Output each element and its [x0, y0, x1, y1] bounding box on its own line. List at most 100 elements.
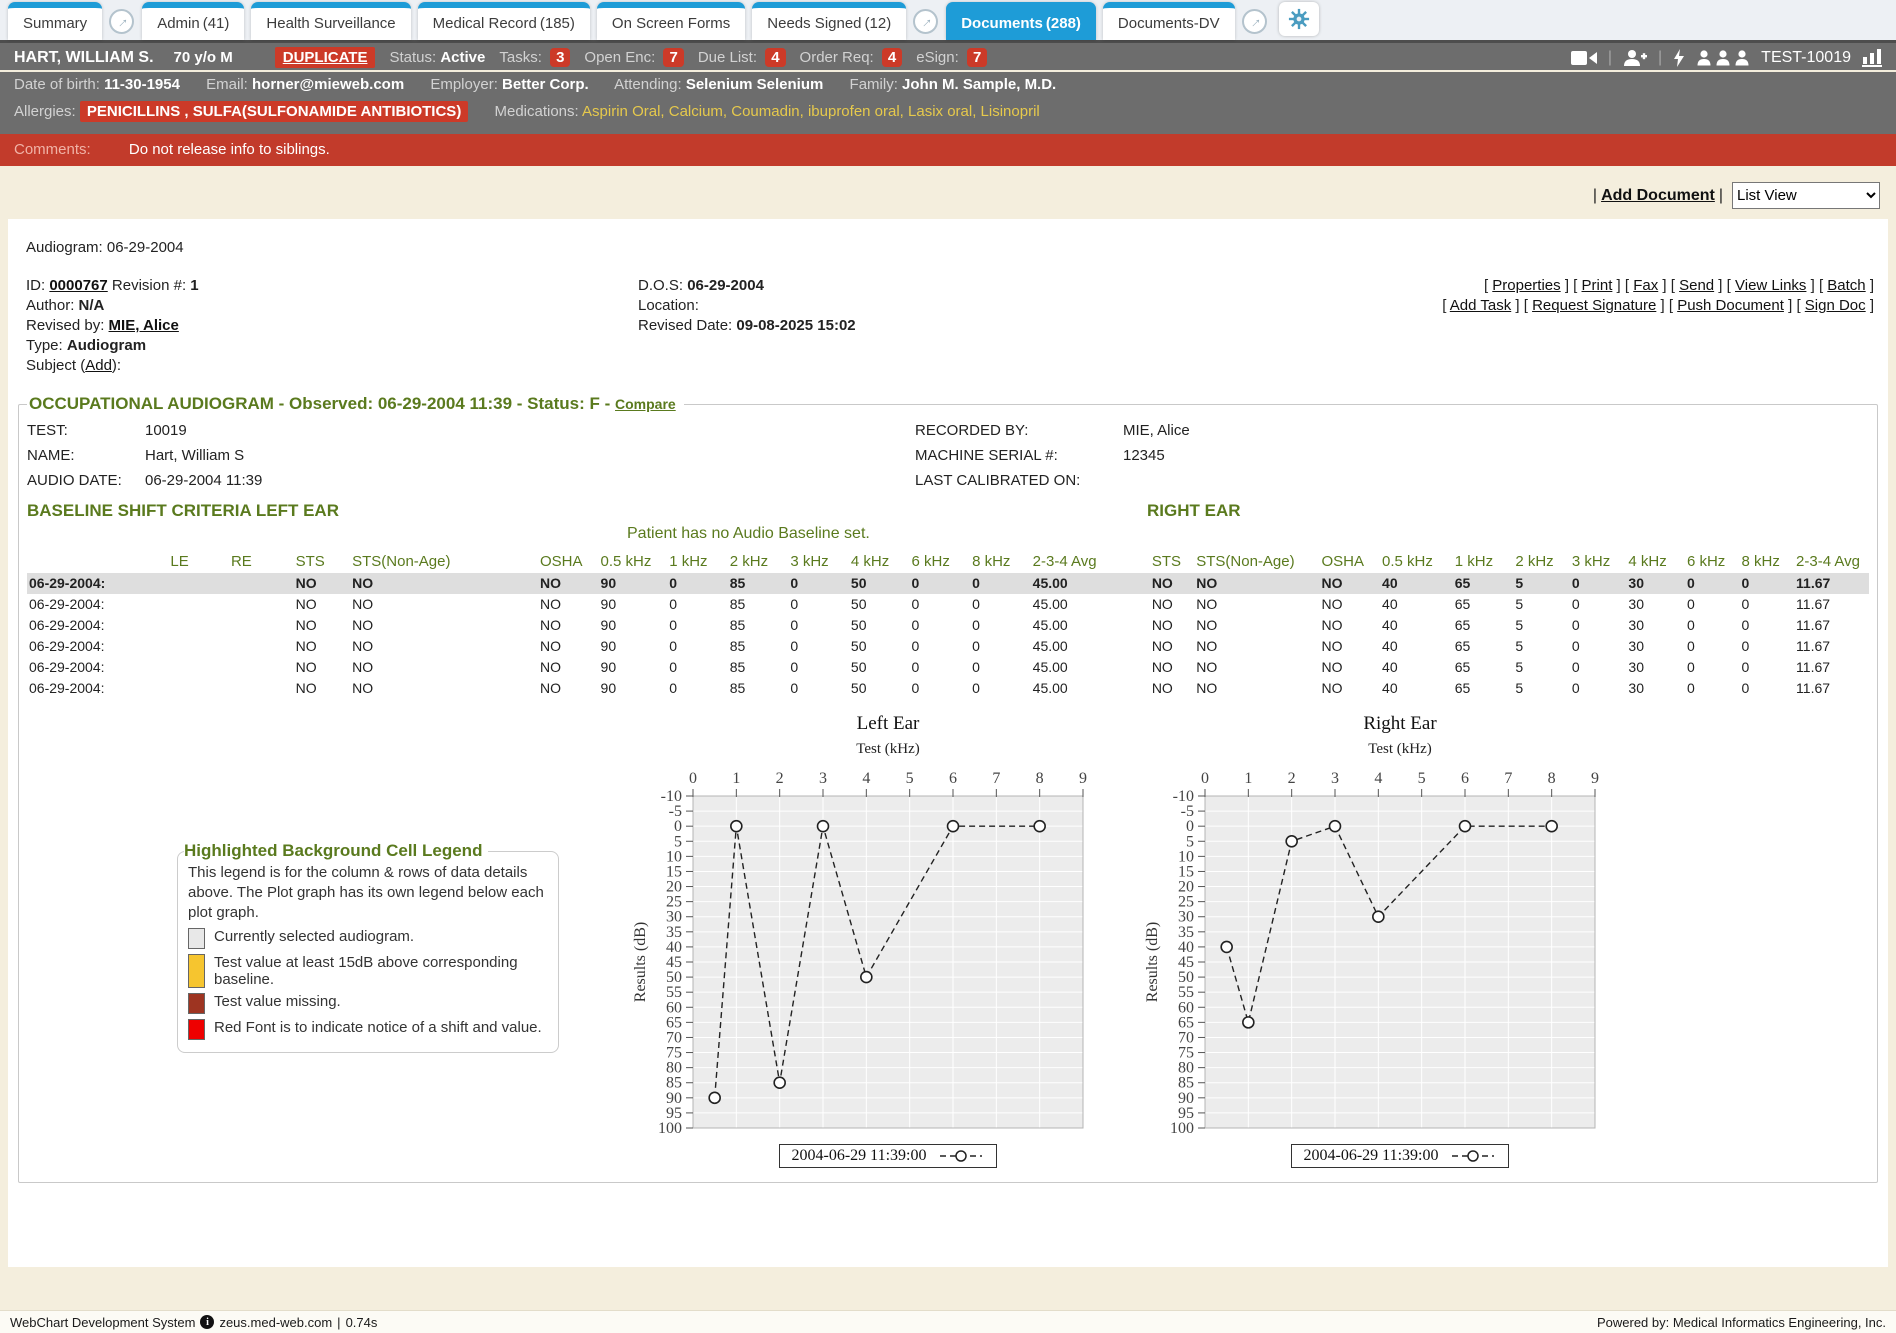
external-link-icon[interactable]: →: [1242, 9, 1267, 34]
comments-text: Do not release info to siblings.: [129, 141, 330, 158]
tab-count: (288): [1046, 15, 1081, 32]
svg-text:3: 3: [819, 770, 827, 787]
footer-system-name: WebChart Development System: [10, 1315, 195, 1330]
footer-load-time: 0.74s: [346, 1315, 378, 1330]
video-camera-icon[interactable]: [1571, 50, 1597, 66]
col-header: 4 kHz: [849, 549, 910, 573]
svg-text:Results (dB): Results (dB): [1144, 922, 1161, 1002]
svg-text:1: 1: [1244, 770, 1252, 787]
family-value: John M. Sample, M.D.: [902, 76, 1056, 93]
order-req-count-badge[interactable]: 4: [882, 48, 902, 67]
col-header: OSHA: [538, 549, 599, 573]
svg-text:7: 7: [1504, 770, 1512, 787]
info-icon[interactable]: i: [200, 1315, 214, 1329]
col-header: 2 kHz: [1513, 549, 1570, 573]
patient-name: HART, WILLIAM S.: [14, 49, 154, 67]
col-header: 2-3-4 Avg: [1794, 549, 1869, 573]
tab-label: Summary: [23, 15, 87, 32]
col-header: RE: [229, 549, 294, 573]
external-link-icon[interactable]: →: [109, 9, 134, 34]
tab-admin[interactable]: Admin(41): [142, 2, 244, 40]
comments-bar: Comments: Do not release info to sibling…: [0, 134, 1896, 166]
link-send[interactable]: Send: [1679, 277, 1714, 294]
footer-host-link[interactable]: zeus.med-web.com: [219, 1315, 332, 1330]
medications-list: Aspirin Oral, Calcium, Coumadin, ibuprof…: [582, 103, 1040, 120]
charts-row: Highlighted Background Cell Legend This …: [27, 713, 1869, 1168]
meta-left-column: ID: 0000767 Revision #: 1 Author: N/A Re…: [26, 276, 638, 376]
tab-health-surveillance[interactable]: Health Surveillance: [251, 2, 410, 40]
svg-text:0: 0: [1201, 770, 1209, 787]
legend-item: Red Font is to indicate notice of a shif…: [188, 1019, 548, 1040]
legend-label: Test value at least 15dB above correspon…: [214, 954, 548, 988]
tab-documents[interactable]: Documents(288): [946, 2, 1096, 40]
col-header: STS: [294, 549, 351, 573]
email-value: horner@mieweb.com: [252, 76, 404, 93]
tab-documents-dv[interactable]: Documents-DV: [1103, 2, 1235, 40]
link-sign-doc[interactable]: Sign Doc: [1805, 297, 1866, 314]
add-document-link[interactable]: Add Document: [1601, 187, 1715, 205]
tab-count: (41): [203, 15, 230, 32]
legend-swatch: [188, 954, 205, 988]
subject-add-link[interactable]: Add: [85, 357, 112, 374]
link-push-document[interactable]: Push Document: [1677, 297, 1784, 314]
tab-label: Health Surveillance: [266, 15, 395, 32]
legend-swatch: [188, 993, 205, 1014]
flowsheet-button[interactable]: [1862, 48, 1882, 67]
legend-label: Currently selected audiogram.: [214, 928, 414, 949]
duplicate-badge[interactable]: DUPLICATE: [275, 47, 376, 68]
col-header: 8 kHz: [970, 549, 1031, 573]
open-enc-count-badge[interactable]: 7: [663, 48, 683, 67]
author-value: N/A: [79, 297, 105, 314]
arrow-glyph: →: [915, 11, 936, 32]
revised-by-link[interactable]: MIE, Alice: [109, 317, 179, 334]
legend-label: Test value missing.: [214, 993, 341, 1014]
col-header: 8 kHz: [1740, 549, 1795, 573]
audiogram-plot: 0123456789-10-50510152025303540455055606…: [631, 762, 1101, 1134]
svg-text:Results (dB): Results (dB): [632, 922, 649, 1002]
flash-icon[interactable]: [1673, 49, 1685, 67]
audiogram-table-header: LERESTSSTS(Non-Age)OSHA0.5 kHz1 kHz2 kHz…: [27, 549, 1869, 573]
col-header: 3 kHz: [788, 549, 849, 573]
document-id-link[interactable]: 0000767: [49, 277, 107, 294]
add-user-icon[interactable]: [1623, 49, 1647, 67]
link-request-signature[interactable]: Request Signature: [1532, 297, 1656, 314]
due-list-count-badge[interactable]: 4: [765, 48, 785, 67]
view-mode-select[interactable]: List View: [1732, 182, 1880, 209]
external-link-icon[interactable]: →: [913, 9, 938, 34]
audiogram-row: 06-29-2004:NONONO900850500045.00NONONO40…: [27, 594, 1869, 615]
attending-value: Selenium Selenium: [686, 76, 824, 93]
col-header-empty: [1115, 549, 1149, 573]
footer-bar: WebChart Development System i zeus.med-w…: [0, 1310, 1896, 1333]
col-header: OSHA: [1319, 549, 1380, 573]
esign-field: eSign: 7: [916, 49, 987, 66]
audiogram-section: OCCUPATIONAL AUDIOGRAM - Observed: 06-29…: [18, 394, 1878, 1183]
link-add-task[interactable]: Add Task: [1450, 297, 1511, 314]
patient-bar-tools: | | TEST-10019: [1571, 48, 1882, 67]
svg-text:9: 9: [1079, 770, 1087, 787]
link-batch[interactable]: Batch: [1827, 277, 1865, 294]
allergies-badge[interactable]: PENICILLINS , SULFA(SULFONAMIDE ANTIBIOT…: [80, 101, 468, 122]
legend-label: Red Font is to indicate notice of a shif…: [214, 1019, 542, 1040]
tab-label: Medical Record: [433, 15, 537, 32]
svg-text:100: 100: [1170, 1120, 1194, 1134]
legend-item: Currently selected audiogram.: [188, 928, 548, 949]
link-fax[interactable]: Fax: [1633, 277, 1658, 294]
tab-bar: Summary → Admin(41) Health Surveillance Medi…: [0, 0, 1896, 43]
tab-summary[interactable]: Summary: [8, 2, 102, 40]
arrow-glyph: →: [111, 11, 132, 32]
settings-gear-button[interactable]: [1279, 2, 1319, 36]
tab-label: On Screen Forms: [612, 15, 730, 32]
tab-on-screen-forms[interactable]: On Screen Forms: [597, 2, 745, 40]
tasks-count-badge[interactable]: 3: [550, 48, 570, 67]
chart-title: Left Ear: [631, 713, 1101, 735]
patient-group-icon[interactable]: [1696, 50, 1750, 66]
tab-medical-record[interactable]: Medical Record(185): [418, 2, 590, 40]
esign-count-badge[interactable]: 7: [967, 48, 987, 67]
link-properties[interactable]: Properties: [1492, 277, 1560, 294]
link-view-links[interactable]: View Links: [1735, 277, 1806, 294]
compare-link[interactable]: Compare: [615, 396, 676, 412]
link-print[interactable]: Print: [1582, 277, 1613, 294]
machine-serial: 12345: [1123, 443, 1190, 468]
tab-label: Admin: [157, 15, 200, 32]
tab-needs-signed[interactable]: Needs Signed(12): [752, 2, 906, 40]
